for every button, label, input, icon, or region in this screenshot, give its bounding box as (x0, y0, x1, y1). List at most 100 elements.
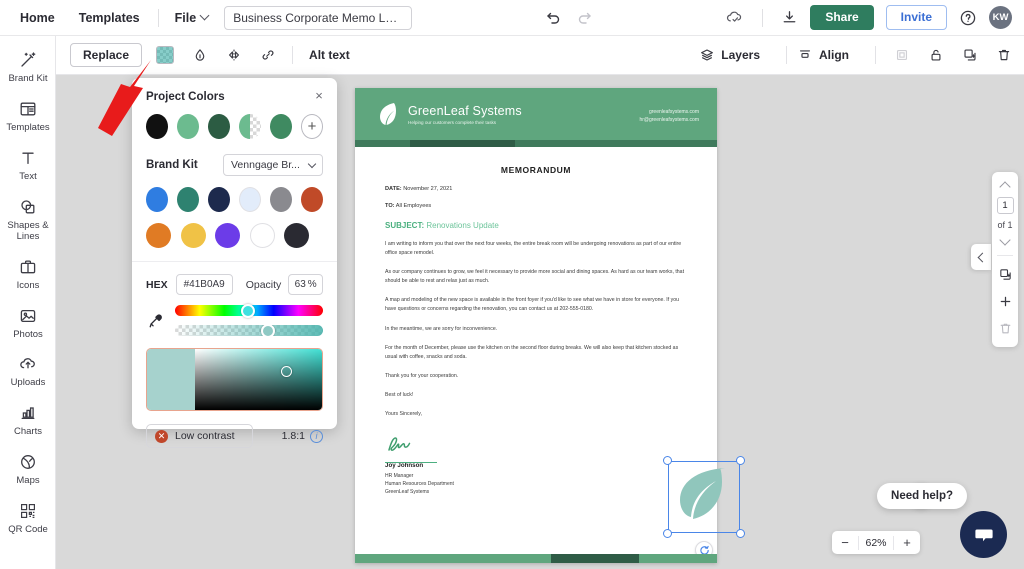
document-footer-band (355, 554, 717, 563)
sidebar-item-uploads[interactable]: Uploads (0, 346, 56, 395)
contrast-status-dropdown[interactable]: ✕ Low contrast (146, 424, 253, 448)
zoom-out-button[interactable]: − (832, 531, 858, 554)
link-icon[interactable] (260, 47, 276, 63)
color-picker-panel[interactable]: Project Colors × + Brand Kit Venngage Br… (132, 78, 337, 429)
replace-button[interactable]: Replace (70, 43, 142, 67)
chat-bubble-icon (972, 523, 996, 547)
sidebar-item-icons[interactable]: Icons (0, 249, 56, 298)
hex-input[interactable]: #41B0A9 (176, 274, 233, 295)
hex-label: HEX (146, 279, 168, 291)
brand-color-swatch[interactable] (270, 187, 292, 212)
resize-handle-top-left[interactable] (663, 456, 672, 465)
user-avatar[interactable]: KW (989, 6, 1012, 29)
brand-kit-select[interactable]: Venngage Br... (223, 154, 323, 176)
layers-button[interactable]: Layers (689, 47, 770, 63)
hue-slider-knob[interactable] (241, 304, 255, 318)
project-color-swatch[interactable] (270, 114, 292, 139)
brand-color-swatch[interactable] (146, 187, 168, 212)
flip-icon[interactable] (226, 47, 242, 63)
redo-icon[interactable] (577, 10, 593, 26)
top-actions: Share Invite KW (725, 5, 1024, 30)
sidebar-item-charts[interactable]: Charts (0, 395, 56, 444)
duplicate-icon[interactable] (962, 47, 978, 63)
brand-color-swatch[interactable] (208, 187, 230, 212)
document-title-input[interactable]: Business Corporate Memo Letter (224, 6, 412, 30)
zoom-in-button[interactable]: + (894, 531, 920, 554)
brand-color-swatch[interactable] (239, 187, 261, 212)
cloud-saved-icon[interactable] (725, 8, 744, 27)
hex-opacity-row: HEX #41B0A9 Opacity 63 % (146, 274, 323, 295)
collapse-panel-button[interactable] (971, 244, 991, 270)
chat-button[interactable] (960, 511, 1007, 558)
resize-handle-top-right[interactable] (736, 456, 745, 465)
sidebar-item-templates[interactable]: Templates (0, 91, 56, 140)
selected-leaf-element[interactable] (668, 461, 740, 533)
brand-color-swatch[interactable] (146, 223, 171, 248)
resize-handle-bottom-right[interactable] (736, 529, 745, 538)
brand-color-swatch[interactable] (250, 223, 275, 248)
memo-paragraph: A map and modeling of the new space is a… (385, 296, 687, 314)
add-color-button[interactable]: + (301, 114, 323, 139)
saturation-gradient[interactable] (195, 349, 322, 410)
nav-templates[interactable]: Templates (67, 0, 152, 36)
project-color-swatch[interactable] (146, 114, 168, 139)
brand-color-swatch[interactable] (284, 223, 309, 248)
project-color-swatch-transparent[interactable] (239, 114, 261, 139)
sidebar-item-photos[interactable]: Photos (0, 298, 56, 347)
saturation-knob[interactable] (281, 366, 292, 377)
opacity-label: Opacity (246, 279, 282, 291)
chevron-down-icon[interactable] (999, 234, 1010, 245)
page-number-input[interactable]: 1 (997, 197, 1014, 214)
sidebar-item-text[interactable]: Text (0, 140, 56, 189)
opacity-input[interactable]: 63 % (288, 274, 323, 295)
brand-color-swatch[interactable] (301, 187, 323, 212)
download-icon[interactable] (781, 9, 798, 26)
page-navigation-rail: 1 of 1 (992, 172, 1018, 347)
undo-icon[interactable] (545, 10, 561, 26)
close-icon[interactable]: × (311, 87, 327, 103)
alpha-slider[interactable] (175, 325, 323, 336)
eyedropper-icon[interactable] (146, 311, 166, 330)
opacity-droplet-icon[interactable] (192, 47, 208, 63)
color-swatch-icon[interactable] (156, 46, 174, 64)
sidebar-item-qr-code[interactable]: QR Code (0, 493, 56, 542)
memo-to: TO: All Employees (385, 203, 687, 209)
sidebar-item-shapes-lines[interactable]: Shapes & Lines (0, 189, 56, 249)
file-menu[interactable]: File (165, 11, 219, 25)
delete-page-icon[interactable] (998, 318, 1013, 339)
saturation-value-area[interactable] (146, 348, 323, 411)
chevron-up-icon[interactable] (999, 181, 1010, 192)
brand-color-swatch[interactable] (215, 223, 240, 248)
brand-color-swatch[interactable] (181, 223, 206, 248)
invite-button[interactable]: Invite (886, 5, 947, 30)
brand-kit-label: Brand Kit (146, 159, 198, 171)
align-button[interactable]: Align (787, 47, 859, 63)
need-help-button[interactable]: Need help? (877, 483, 967, 509)
project-color-swatch[interactable] (208, 114, 230, 139)
sidebar-item-brand-kit[interactable]: Brand Kit (0, 42, 56, 91)
nav-home[interactable]: Home (8, 0, 67, 36)
alt-text-button[interactable]: Alt text (309, 48, 350, 62)
resize-handle-bottom-left[interactable] (663, 529, 672, 538)
align-icon (797, 47, 813, 63)
share-button[interactable]: Share (810, 5, 873, 30)
zoom-level-value[interactable]: 62% (859, 537, 893, 549)
document-page[interactable]: GreenLeaf Systems Helping our customers … (355, 88, 717, 563)
project-color-swatch[interactable] (177, 114, 199, 139)
unlock-icon[interactable] (928, 47, 944, 63)
hue-slider[interactable] (175, 305, 323, 316)
alpha-slider-knob[interactable] (261, 325, 275, 336)
zoom-control: − 62% + (832, 531, 920, 554)
help-icon[interactable] (959, 9, 977, 27)
add-page-icon[interactable] (998, 291, 1013, 312)
trash-icon[interactable] (996, 47, 1012, 63)
icons-icon (18, 257, 38, 277)
info-icon[interactable]: i (310, 430, 323, 443)
sidebar-item-maps[interactable]: Maps (0, 444, 56, 493)
chevron-down-icon (200, 11, 210, 21)
duplicate-page-icon[interactable] (998, 264, 1013, 285)
brand-name: GreenLeaf Systems (408, 104, 522, 118)
brand-color-swatch[interactable] (177, 187, 199, 212)
sidebar-label: Brand Kit (8, 74, 47, 85)
venngage-editor: Home Templates File Business Corporate M… (0, 0, 1024, 569)
